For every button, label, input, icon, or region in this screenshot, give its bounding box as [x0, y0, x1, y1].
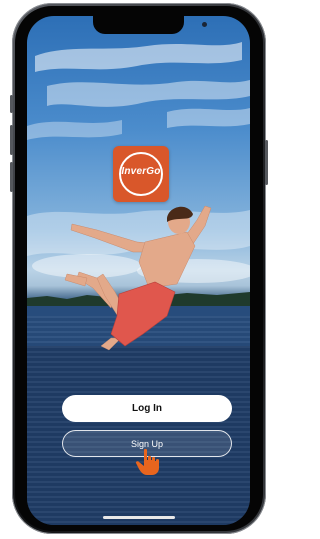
phone-power-button: [265, 140, 268, 185]
screenshot-stage: InverGo Log In Sign Up: [0, 0, 274, 539]
camera-icon: [202, 22, 207, 27]
app-screen: InverGo Log In Sign Up: [27, 16, 250, 525]
phone-side-button: [10, 162, 13, 192]
login-button[interactable]: Log In: [62, 395, 232, 422]
tap-hand-icon: [135, 448, 159, 475]
red-swim-shorts: [110, 281, 176, 347]
phone-side-button: [10, 95, 13, 113]
home-indicator: [103, 516, 175, 519]
app-logo: InverGo: [113, 146, 169, 202]
app-logo-text: InverGo: [121, 166, 161, 177]
phone-notch: [93, 16, 184, 34]
phone-side-button: [10, 125, 13, 155]
